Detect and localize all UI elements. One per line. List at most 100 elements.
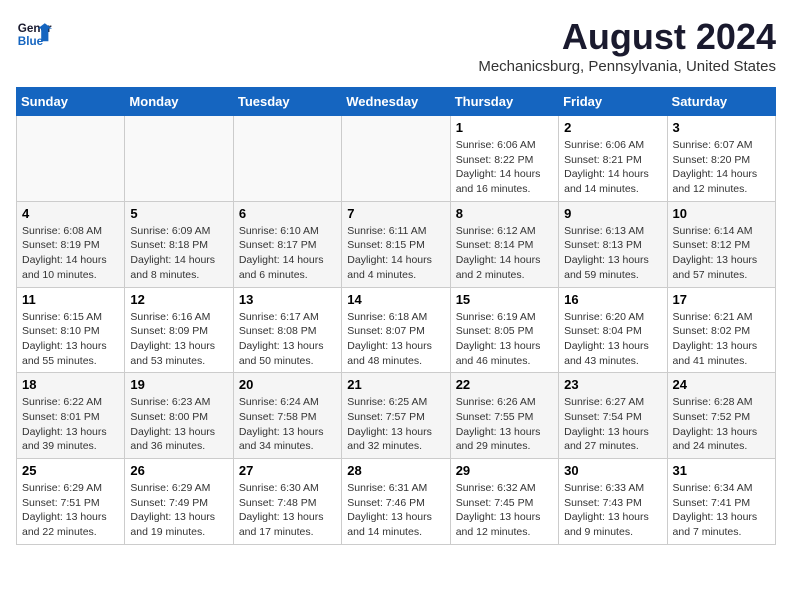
- page-header: General Blue August 2024 Mechanicsburg, …: [16, 16, 776, 75]
- day-number: 29: [456, 463, 553, 478]
- calendar-cell: 24Sunrise: 6:28 AMSunset: 7:52 PMDayligh…: [667, 373, 775, 459]
- day-number: 8: [456, 206, 553, 221]
- calendar-cell: 31 Sunrise: 6:34 AMSunset: 7:41 PMDayligh…: [667, 459, 775, 545]
- calendar-cell: 2Sunrise: 6:06 AMSunset: 8:21 PMDaylight…: [559, 116, 667, 202]
- calendar-cell: 9 Sunrise: 6:13 AMSunset: 8:13 PMDaylight…: [559, 201, 667, 287]
- day-header-sunday: Sunday: [17, 88, 125, 116]
- day-number: 5: [130, 206, 227, 221]
- calendar-cell: 20 Sunrise: 6:24 AMSunset: 7:58 PMDayligh…: [233, 373, 341, 459]
- day-number: 27: [239, 463, 336, 478]
- calendar-cell: 28 Sunrise: 6:31 AMSunset: 7:46 PMDayligh…: [342, 459, 450, 545]
- day-number: 6: [239, 206, 336, 221]
- day-info: Sunrise: 6:10 AMSunset: 8:17 PMDaylight:…: [239, 224, 336, 283]
- calendar-cell: 22Sunrise: 6:26 AMSunset: 7:55 PMDayligh…: [450, 373, 558, 459]
- calendar-cell: 13 Sunrise: 6:17 AMSunset: 8:08 PMDayligh…: [233, 287, 341, 373]
- day-info: Sunrise: 6:19 AMSunset: 8:05 PMDaylight:…: [456, 310, 553, 369]
- day-info: Sunrise: 6:30 AMSunset: 7:48 PMDaylight:…: [239, 481, 336, 540]
- day-info: Sunrise: 6:29 AMSunset: 7:51 PMDaylight:…: [22, 481, 119, 540]
- calendar-cell: 1 Sunrise: 6:06 AMSunset: 8:22 PMDaylight…: [450, 116, 558, 202]
- day-info: Sunrise: 6:11 AMSunset: 8:15 PMDaylight:…: [347, 224, 444, 283]
- day-info: Sunrise: 6:21 AMSunset: 8:02 PMDaylight:…: [673, 310, 770, 369]
- title-area: August 2024 Mechanicsburg, Pennsylvania,…: [478, 16, 776, 75]
- day-info: Sunrise: 6:28 AMSunset: 7:52 PMDaylight:…: [673, 395, 770, 454]
- calendar-week-2: 4 Sunrise: 6:08 AMSunset: 8:19 PMDaylight…: [17, 201, 776, 287]
- day-number: 20: [239, 377, 336, 392]
- day-header-wednesday: Wednesday: [342, 88, 450, 116]
- day-number: 1: [456, 120, 553, 135]
- day-number: 14: [347, 292, 444, 307]
- calendar-cell: 23Sunrise: 6:27 AMSunset: 7:54 PMDayligh…: [559, 373, 667, 459]
- day-info: Sunrise: 6:25 AMSunset: 7:57 PMDaylight:…: [347, 395, 444, 454]
- logo-icon: General Blue: [16, 16, 52, 52]
- day-number: 31: [673, 463, 770, 478]
- calendar-cell: 29 Sunrise: 6:32 AMSunset: 7:45 PMDayligh…: [450, 459, 558, 545]
- day-number: 15: [456, 292, 553, 307]
- calendar-cell: [233, 116, 341, 202]
- day-info: Sunrise: 6:31 AMSunset: 7:46 PMDaylight:…: [347, 481, 444, 540]
- day-number: 18: [22, 377, 119, 392]
- day-info: Sunrise: 6:23 AMSunset: 8:00 PMDaylight:…: [130, 395, 227, 454]
- calendar-cell: 5 Sunrise: 6:09 AMSunset: 8:18 PMDaylight…: [125, 201, 233, 287]
- day-info: Sunrise: 6:09 AMSunset: 8:18 PMDaylight:…: [130, 224, 227, 283]
- day-info: Sunrise: 6:27 AMSunset: 7:54 PMDaylight:…: [564, 395, 661, 454]
- calendar-week-4: 18 Sunrise: 6:22 AMSunset: 8:01 PMDayligh…: [17, 373, 776, 459]
- day-header-monday: Monday: [125, 88, 233, 116]
- calendar-cell: [17, 116, 125, 202]
- calendar-cell: 6 Sunrise: 6:10 AMSunset: 8:17 PMDaylight…: [233, 201, 341, 287]
- day-number: 30: [564, 463, 661, 478]
- calendar-cell: 15 Sunrise: 6:19 AMSunset: 8:05 PMDayligh…: [450, 287, 558, 373]
- day-number: 11: [22, 292, 119, 307]
- calendar-cell: 17 Sunrise: 6:21 AMSunset: 8:02 PMDayligh…: [667, 287, 775, 373]
- calendar-cell: 12 Sunrise: 6:16 AMSunset: 8:09 PMDayligh…: [125, 287, 233, 373]
- day-info: Sunrise: 6:32 AMSunset: 7:45 PMDaylight:…: [456, 481, 553, 540]
- day-number: 12: [130, 292, 227, 307]
- day-header-saturday: Saturday: [667, 88, 775, 116]
- day-number: 26: [130, 463, 227, 478]
- day-number: 4: [22, 206, 119, 221]
- day-number: 3: [673, 120, 770, 135]
- calendar-week-5: 25Sunrise: 6:29 AMSunset: 7:51 PMDayligh…: [17, 459, 776, 545]
- day-number: 9: [564, 206, 661, 221]
- logo: General Blue: [16, 16, 52, 52]
- day-number: 17: [673, 292, 770, 307]
- month-year: August 2024: [478, 16, 776, 58]
- calendar-cell: 3 Sunrise: 6:07 AMSunset: 8:20 PMDaylight…: [667, 116, 775, 202]
- day-info: Sunrise: 6:06 AMSunset: 8:22 PMDaylight:…: [456, 138, 553, 197]
- calendar-cell: 11Sunrise: 6:15 AMSunset: 8:10 PMDayligh…: [17, 287, 125, 373]
- calendar-cell: 21Sunrise: 6:25 AMSunset: 7:57 PMDayligh…: [342, 373, 450, 459]
- day-info: Sunrise: 6:34 AMSunset: 7:41 PMDaylight:…: [673, 481, 770, 540]
- calendar-week-3: 11Sunrise: 6:15 AMSunset: 8:10 PMDayligh…: [17, 287, 776, 373]
- day-info: Sunrise: 6:13 AMSunset: 8:13 PMDaylight:…: [564, 224, 661, 283]
- calendar-table: SundayMondayTuesdayWednesdayThursdayFrid…: [16, 87, 776, 545]
- day-number: 10: [673, 206, 770, 221]
- day-info: Sunrise: 6:17 AMSunset: 8:08 PMDaylight:…: [239, 310, 336, 369]
- calendar-cell: [125, 116, 233, 202]
- calendar-cell: 10Sunrise: 6:14 AMSunset: 8:12 PMDayligh…: [667, 201, 775, 287]
- day-info: Sunrise: 6:33 AMSunset: 7:43 PMDaylight:…: [564, 481, 661, 540]
- svg-text:Blue: Blue: [18, 35, 44, 48]
- day-number: 22: [456, 377, 553, 392]
- day-header-tuesday: Tuesday: [233, 88, 341, 116]
- day-header-thursday: Thursday: [450, 88, 558, 116]
- day-number: 2: [564, 120, 661, 135]
- calendar-cell: 4 Sunrise: 6:08 AMSunset: 8:19 PMDaylight…: [17, 201, 125, 287]
- day-number: 19: [130, 377, 227, 392]
- calendar-week-1: 1 Sunrise: 6:06 AMSunset: 8:22 PMDaylight…: [17, 116, 776, 202]
- day-number: 13: [239, 292, 336, 307]
- day-number: 16: [564, 292, 661, 307]
- day-info: Sunrise: 6:22 AMSunset: 8:01 PMDaylight:…: [22, 395, 119, 454]
- calendar-cell: 8Sunrise: 6:12 AMSunset: 8:14 PMDaylight…: [450, 201, 558, 287]
- calendar-cell: 19 Sunrise: 6:23 AMSunset: 8:00 PMDayligh…: [125, 373, 233, 459]
- day-info: Sunrise: 6:16 AMSunset: 8:09 PMDaylight:…: [130, 310, 227, 369]
- calendar-cell: 27 Sunrise: 6:30 AMSunset: 7:48 PMDayligh…: [233, 459, 341, 545]
- day-info: Sunrise: 6:18 AMSunset: 8:07 PMDaylight:…: [347, 310, 444, 369]
- day-number: 7: [347, 206, 444, 221]
- day-info: Sunrise: 6:08 AMSunset: 8:19 PMDaylight:…: [22, 224, 119, 283]
- calendar-cell: 26Sunrise: 6:29 AMSunset: 7:49 PMDayligh…: [125, 459, 233, 545]
- calendar-cell: 14 Sunrise: 6:18 AMSunset: 8:07 PMDayligh…: [342, 287, 450, 373]
- day-info: Sunrise: 6:07 AMSunset: 8:20 PMDaylight:…: [673, 138, 770, 197]
- calendar-cell: [342, 116, 450, 202]
- day-info: Sunrise: 6:24 AMSunset: 7:58 PMDaylight:…: [239, 395, 336, 454]
- day-number: 28: [347, 463, 444, 478]
- calendar-cell: 30 Sunrise: 6:33 AMSunset: 7:43 PMDayligh…: [559, 459, 667, 545]
